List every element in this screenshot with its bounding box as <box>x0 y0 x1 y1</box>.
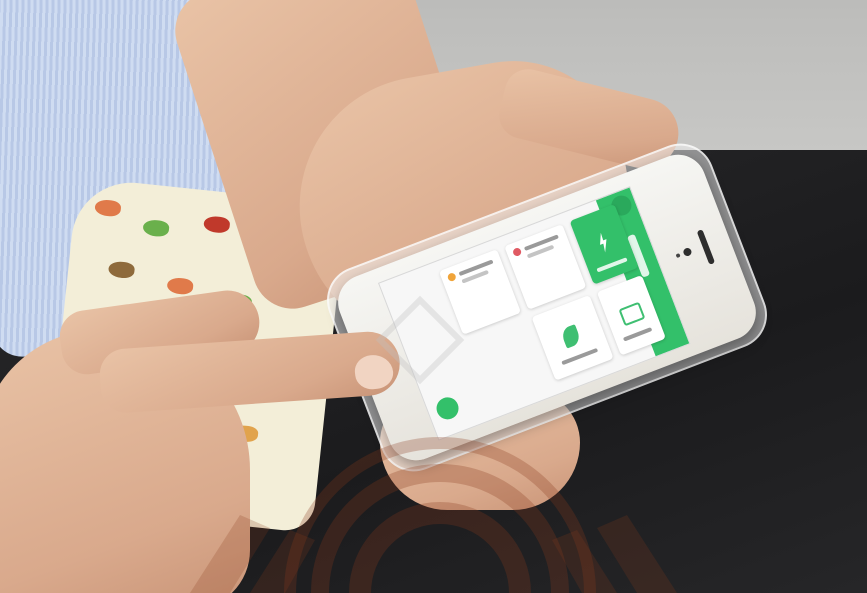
earpiece-speaker <box>696 229 716 265</box>
front-camera <box>682 246 693 258</box>
floating-action-button[interactable] <box>433 394 462 423</box>
leaf-icon <box>559 324 582 349</box>
app-card-leaf[interactable] <box>531 294 614 381</box>
proximity-sensor <box>675 252 681 259</box>
app-card-orange[interactable] <box>438 249 522 335</box>
card-title <box>622 327 653 342</box>
orange-dot-icon <box>446 271 457 283</box>
card-title <box>596 257 628 273</box>
lightning-icon <box>595 231 612 253</box>
app-card-red[interactable] <box>504 224 587 310</box>
dish-icon <box>618 301 646 327</box>
card-title <box>561 347 599 366</box>
photo-scene <box>0 0 867 593</box>
red-dot-icon <box>511 246 523 258</box>
